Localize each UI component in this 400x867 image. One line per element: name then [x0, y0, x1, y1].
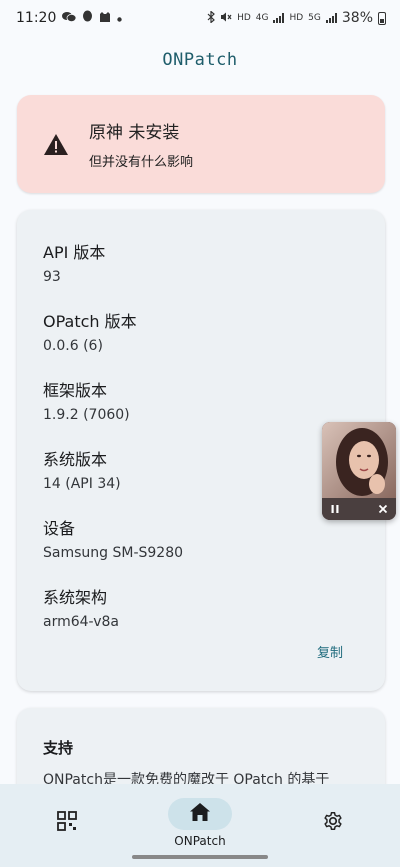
- warning-title: 原神 未安装: [89, 123, 180, 143]
- info-label: 框架版本: [43, 381, 108, 400]
- info-item-opatch: OPatch 版本 0.0.6 (6): [43, 308, 137, 354]
- info-item-framework: 框架版本 1.9.2 (7060): [43, 377, 130, 423]
- info-item-device: 设备 Samsung SM-S9280: [43, 515, 183, 561]
- info-value: 14 (API 34): [43, 476, 121, 492]
- qq-icon: [82, 10, 93, 26]
- info-value: 1.9.2 (7060): [43, 407, 130, 423]
- info-label: OPatch 版本: [43, 312, 137, 331]
- warning-subtitle: 但并没有什么影响: [89, 155, 194, 170]
- wechat-icon: [62, 11, 77, 26]
- nav-item-settings[interactable]: [267, 784, 400, 867]
- floating-controls: [322, 498, 396, 520]
- bottom-navigation: ONPatch: [0, 784, 400, 867]
- network-4g: 4G: [255, 13, 269, 23]
- info-value: 93: [43, 269, 61, 285]
- copy-button[interactable]: 复制: [317, 642, 343, 661]
- network-5g: 5G: [308, 13, 321, 23]
- hd-badge-2: HD: [289, 13, 304, 23]
- status-bar: 11:20 HD 4G HD 5G 38%: [0, 0, 400, 36]
- nav-item-manage[interactable]: [0, 784, 133, 867]
- battery-icon: [378, 11, 386, 25]
- battery-percent: 38%: [341, 10, 373, 26]
- video-thumbnail: [322, 422, 396, 498]
- nav-pill: [301, 807, 365, 839]
- info-item-system: 系统版本 14 (API 34): [43, 446, 121, 492]
- warning-text: 原神 未安装 但并没有什么影响: [89, 118, 193, 170]
- info-value: Samsung SM-S9280: [43, 545, 184, 561]
- status-left: 11:20: [16, 10, 123, 26]
- support-title: 支持: [43, 739, 74, 757]
- signal-icon-2: [325, 13, 337, 23]
- home-indicator[interactable]: [132, 855, 268, 859]
- floating-video-player[interactable]: [322, 422, 396, 520]
- status-right: HD 4G HD 5G 38%: [207, 9, 386, 26]
- info-value: 0.0.6 (6): [43, 338, 103, 354]
- info-label: 设备: [43, 519, 76, 538]
- info-value: arm64-v8a: [43, 614, 119, 630]
- status-time: 11:20: [16, 10, 57, 26]
- not-installed-card: 原神 未安装 但并没有什么影响: [17, 95, 385, 193]
- close-icon[interactable]: [378, 504, 388, 514]
- grid-icon: [56, 810, 78, 836]
- gear-icon: [322, 810, 344, 836]
- app-title: ONPatch: [162, 50, 238, 70]
- app-notification-icon: [99, 11, 111, 26]
- info-label: API 版本: [43, 243, 106, 262]
- more-dot-icon: [117, 11, 123, 25]
- info-item-api: API 版本 93: [43, 239, 105, 285]
- hd-badge-1: HD: [237, 13, 251, 23]
- info-label: 系统版本: [43, 450, 108, 469]
- nav-label: ONPatch: [174, 834, 226, 848]
- home-icon: [189, 802, 211, 826]
- mute-icon: [220, 11, 232, 26]
- pause-icon[interactable]: [330, 504, 340, 514]
- signal-icon-1: [273, 13, 285, 23]
- nav-pill-active: [167, 798, 232, 830]
- bluetooth-icon: [207, 9, 215, 26]
- info-label: 系统架构: [43, 588, 108, 607]
- warning-icon: [41, 129, 71, 159]
- nav-pill: [35, 807, 99, 839]
- info-item-arch: 系统架构 arm64-v8a: [43, 584, 119, 630]
